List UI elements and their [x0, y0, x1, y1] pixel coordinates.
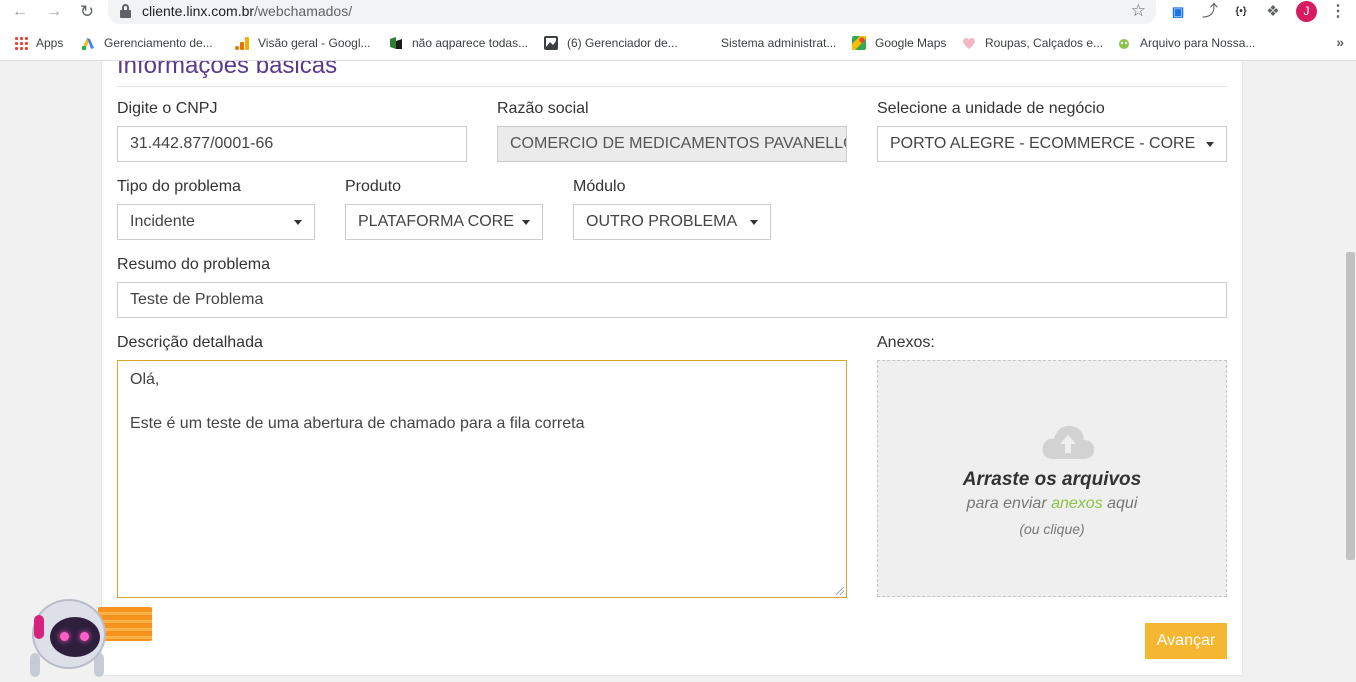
bookmark-star-icon[interactable]: ☆	[1131, 1, 1146, 21]
title-divider	[117, 86, 1227, 87]
profile-avatar[interactable]: J	[1296, 1, 1317, 22]
cloud-upload-icon	[1042, 425, 1095, 459]
file-icon	[1119, 39, 1129, 49]
forward-arrow-icon[interactable]: →	[44, 2, 64, 22]
scrollbar-thumb[interactable]	[1346, 252, 1355, 560]
fork-icon[interactable]: ⤴	[1200, 2, 1220, 22]
resumo-label: Resumo do problema	[117, 256, 270, 273]
dropzone-title: Arraste os arquivos	[962, 469, 1142, 490]
bookmark-apps[interactable]: Apps	[14, 34, 63, 52]
chevron-down-icon	[750, 220, 758, 225]
bookmark-gerenciador[interactable]: (6) Gerenciador de...	[543, 34, 678, 52]
modulo-select[interactable]: OUTRO PROBLEMA	[573, 204, 771, 240]
attachments-dropzone[interactable]: Arraste os arquivos para enviar anexos a…	[877, 360, 1227, 597]
chevron-down-icon	[522, 220, 530, 225]
google-ads-icon	[81, 38, 94, 51]
puzzle-icon[interactable]: ❖	[1263, 2, 1283, 22]
translate-icon[interactable]: ▣	[1168, 2, 1188, 22]
descricao-label: Descrição detalhada	[117, 334, 263, 351]
resize-handle-icon[interactable]	[836, 587, 844, 595]
descricao-line-2: Este é um teste de uma abertura de chama…	[130, 415, 585, 432]
tipo-problema-select[interactable]: Incidente	[117, 204, 315, 240]
bookmark-sistema[interactable]: Sistema administrat...	[721, 34, 836, 52]
cnpj-label: Digite o CNPJ	[117, 100, 218, 117]
bookmark-visao-geral[interactable]: Visão geral - Googl...	[234, 34, 371, 52]
bookmark-gerenciamento[interactable]: Gerenciamento de...	[80, 34, 213, 52]
chevron-down-icon	[294, 220, 302, 225]
maps-icon	[852, 36, 866, 50]
modulo-label: Módulo	[573, 178, 626, 195]
bookmarks-overflow-icon[interactable]: »	[1336, 34, 1344, 50]
browser-toolbar: ← → ↻ cliente.linx.com.br/webchamados/ ☆…	[0, 0, 1356, 24]
page-content: Informações básicas Digite o CNPJ 31.442…	[0, 61, 1356, 682]
back-arrow-icon[interactable]: ←	[10, 2, 30, 22]
razao-social-input: COMERCIO DE MEDICAMENTOS PAVANELLO LTDA	[497, 126, 847, 162]
analytics-icon	[235, 37, 249, 50]
chatbot-robot-icon	[32, 599, 106, 669]
more-menu-icon[interactable]: ⋮	[1330, 1, 1346, 23]
dropzone-subtitle: para enviar anexos aqui	[966, 495, 1138, 512]
apps-grid-icon	[14, 36, 28, 50]
bookmark-icon	[390, 37, 402, 49]
produto-label: Produto	[345, 178, 402, 195]
chatbot-banner	[98, 607, 152, 641]
unidade-negocio-select[interactable]: PORTO ALEGRE - ECOMMERCE - CORE	[877, 126, 1227, 162]
descricao-line-1: Olá,	[130, 371, 160, 388]
bookmark-nao-aparece[interactable]: não aqparece todas...	[388, 34, 528, 52]
unidade-negocio-label: Selecione a unidade de negócio	[877, 100, 1105, 117]
bookmark-google-maps[interactable]: Google Maps	[851, 34, 946, 52]
chatbot-ear	[34, 615, 44, 639]
anexos-label: Anexos:	[877, 334, 935, 351]
url-text: cliente.linx.com.br/webchamados/	[142, 3, 353, 19]
tipo-problema-label: Tipo do problema	[117, 178, 241, 195]
lock-icon	[120, 4, 131, 18]
tipo-problema-value: Incidente	[130, 213, 195, 230]
form-card: Informações básicas Digite o CNPJ 31.442…	[101, 61, 1243, 676]
descricao-textarea[interactable]: Olá, Este é um teste de uma abertura de …	[117, 360, 847, 598]
json-icon[interactable]: {•}	[1231, 2, 1251, 22]
cnpj-input[interactable]: 31.442.877/0001-66	[117, 126, 467, 162]
address-bar[interactable]: cliente.linx.com.br/webchamados/ ☆	[108, 0, 1156, 24]
avancar-button[interactable]: Avançar	[1145, 623, 1227, 659]
chatbot-eye-right	[80, 632, 89, 641]
unidade-negocio-value: PORTO ALEGRE - ECOMMERCE - CORE	[890, 135, 1196, 152]
chatbot-widget[interactable]	[28, 597, 152, 682]
resumo-input[interactable]: Teste de Problema	[117, 282, 1227, 318]
heart-icon	[963, 37, 975, 49]
produto-value: PLATAFORMA CORE	[358, 213, 514, 230]
anexos-accent: anexos	[1051, 495, 1103, 512]
chatbot-eye-left	[60, 632, 69, 641]
bookmark-arquivo[interactable]: Arquivo para Nossa...	[1116, 34, 1255, 52]
chevron-down-icon	[1206, 142, 1214, 147]
bookmark-roupas[interactable]: Roupas, Calçados e...	[961, 34, 1103, 52]
dropzone-hint: (ou clique)	[1019, 521, 1085, 537]
image-icon	[544, 36, 558, 50]
razao-social-label: Razão social	[497, 100, 589, 117]
reload-icon[interactable]: ↻	[77, 2, 97, 22]
modulo-value: OUTRO PROBLEMA	[586, 213, 738, 230]
bookmarks-bar: Apps Gerenciamento de... Visão geral - G…	[0, 24, 1356, 61]
section-title: Informações básicas	[117, 61, 338, 79]
chatbot-visor	[50, 617, 100, 657]
chatbot-arm-left	[30, 653, 40, 677]
produto-select[interactable]: PLATAFORMA CORE	[345, 204, 543, 240]
